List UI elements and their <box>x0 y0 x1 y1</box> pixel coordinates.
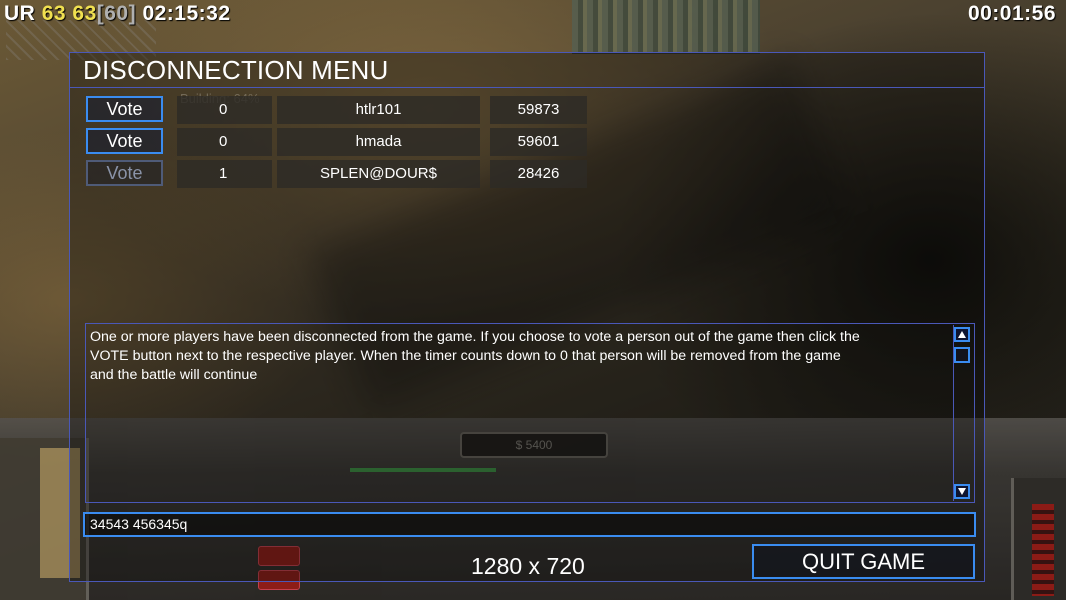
hud-fps-b: 63 <box>72 2 97 25</box>
menu-title: DISCONNECTION MENU <box>83 55 389 85</box>
player-vote-count: 0 <box>177 96 272 124</box>
countdown-timer: 00:01:56 <box>967 2 1056 25</box>
message-scrollbar[interactable] <box>953 325 973 501</box>
player-vote-count: 1 <box>177 160 272 188</box>
player-ping: 28426 <box>490 160 587 188</box>
scroll-down-button[interactable] <box>954 484 970 499</box>
hud-fps-cap: [60] <box>96 2 137 25</box>
player-vote-count: 0 <box>177 128 272 156</box>
arrow-up-icon <box>958 331 966 338</box>
player-ping: 59601 <box>490 128 587 156</box>
player-ping: 59873 <box>490 96 587 124</box>
vote-button[interactable]: Vote <box>86 96 163 122</box>
quit-game-button[interactable]: QUIT GAME <box>752 544 975 579</box>
player-name: SPLEN@DOUR$ <box>277 160 480 188</box>
message-box: One or more players have been disconnect… <box>85 323 975 503</box>
scroll-thumb[interactable] <box>954 347 970 363</box>
player-row: Vote 1 SPLEN@DOUR$ 28426 <box>70 160 670 188</box>
player-name: htlr101 <box>277 96 480 124</box>
vote-button[interactable]: Vote <box>86 128 163 154</box>
chat-input[interactable]: 34543 456345q <box>83 512 976 537</box>
player-name: hmada <box>277 128 480 156</box>
arrow-down-icon <box>958 488 966 495</box>
vote-button-disabled: Vote <box>86 160 163 186</box>
hud-game-time: 02:15:32 <box>142 2 231 25</box>
scroll-up-button[interactable] <box>954 327 970 342</box>
enemy-base-structure <box>572 0 760 54</box>
hud-prefix: UR <box>4 2 36 25</box>
hud-stats: UR 63 63[60] 02:15:32 <box>4 2 231 26</box>
player-row: Vote 0 htlr101 59873 <box>70 96 670 124</box>
player-row: Vote 0 hmada 59601 <box>70 128 670 156</box>
hud-fps-a: 63 <box>41 2 67 25</box>
menu-title-bar: DISCONNECTION MENU <box>70 53 984 88</box>
disconnect-message: One or more players have been disconnect… <box>90 329 860 383</box>
disconnection-menu: DISCONNECTION MENU Building: 64% Vote 0 … <box>69 52 985 582</box>
rank-ladder <box>1032 504 1054 596</box>
resolution-label: 1280 x 720 <box>471 553 585 579</box>
